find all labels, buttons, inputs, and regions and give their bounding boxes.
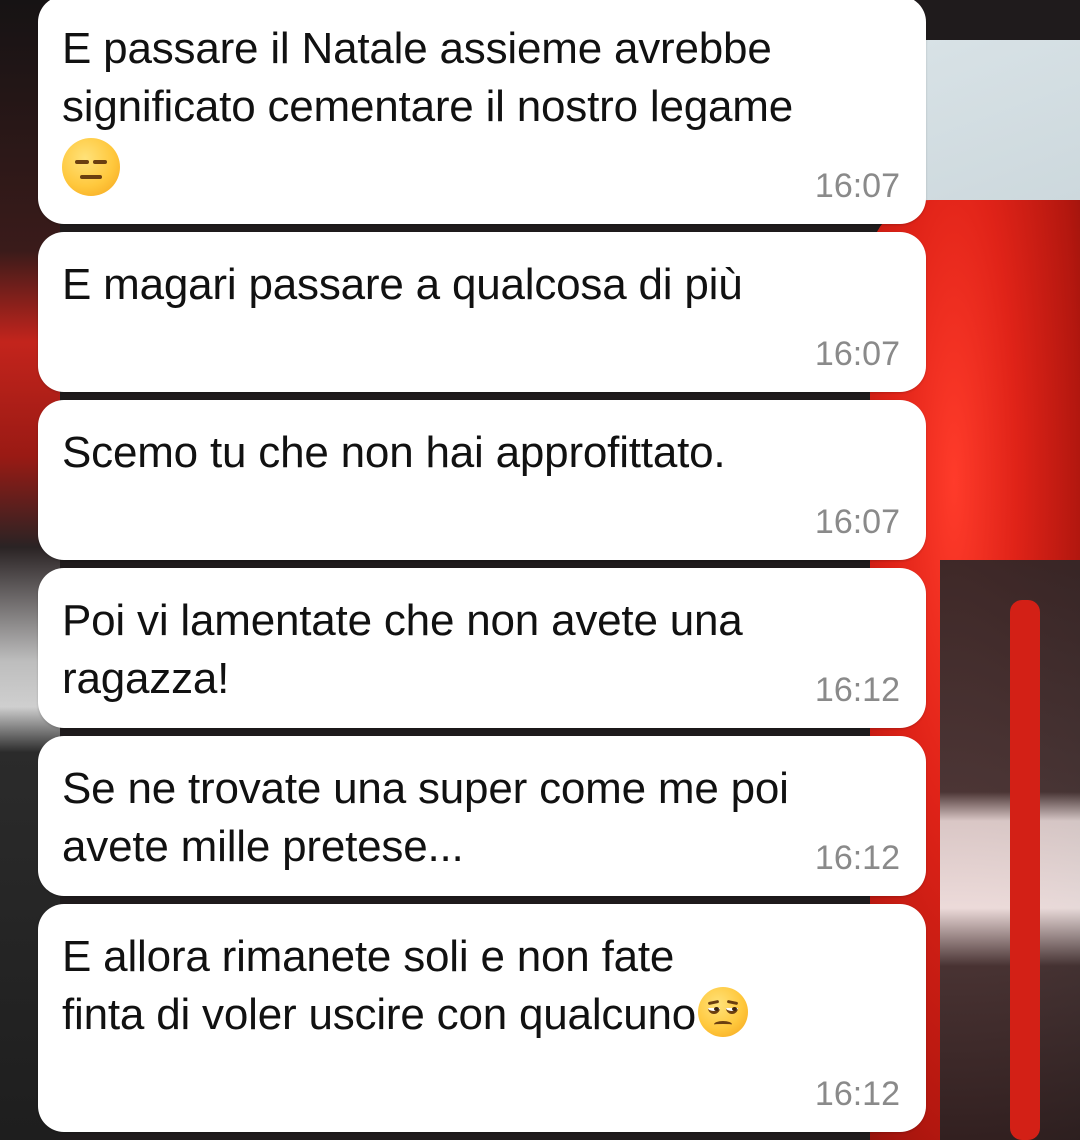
message-timestamp: 16:07: [814, 503, 900, 541]
message-text: Se ne trovate una super come me poi avet…: [62, 764, 789, 871]
message-timestamp: 16:07: [814, 167, 900, 205]
message-text: Poi vi lamentate che non avete una ragaz…: [62, 596, 743, 703]
message-timestamp: 16:12: [814, 671, 900, 709]
message-text-line: finta di voler uscire con qualcuno: [62, 990, 697, 1039]
message-text: E magari passare a qualcosa di più: [62, 260, 743, 309]
message-timestamp: 16:12: [814, 1075, 900, 1113]
message-text: Scemo tu che non hai approfittato.: [62, 428, 726, 477]
message-bubble[interactable]: E magari passare a qualcosa di più 16:07: [38, 232, 926, 392]
unamused-face-emoji: [698, 987, 749, 1037]
message-bubble[interactable]: E passare il Natale assieme avrebbe sign…: [38, 0, 926, 224]
wallpaper-red-stripe: [1010, 600, 1040, 1140]
message-bubble[interactable]: Poi vi lamentate che non avete una ragaz…: [38, 568, 926, 728]
message-text: E passare il Natale assieme avrebbe sign…: [62, 24, 793, 131]
message-bubble[interactable]: E allora rimanete soli e non fate finta …: [38, 904, 926, 1132]
message-timestamp: 16:12: [814, 839, 900, 877]
message-text-line: E allora rimanete soli e non fate: [62, 932, 675, 981]
message-bubble[interactable]: Se ne trovate una super come me poi avet…: [38, 736, 926, 896]
expressionless-face-emoji: [62, 138, 120, 196]
message-timestamp: 16:07: [814, 335, 900, 373]
message-text: E allora rimanete soli e non fate finta …: [62, 928, 898, 1044]
message-bubble[interactable]: Scemo tu che non hai approfittato. 16:07: [38, 400, 926, 560]
